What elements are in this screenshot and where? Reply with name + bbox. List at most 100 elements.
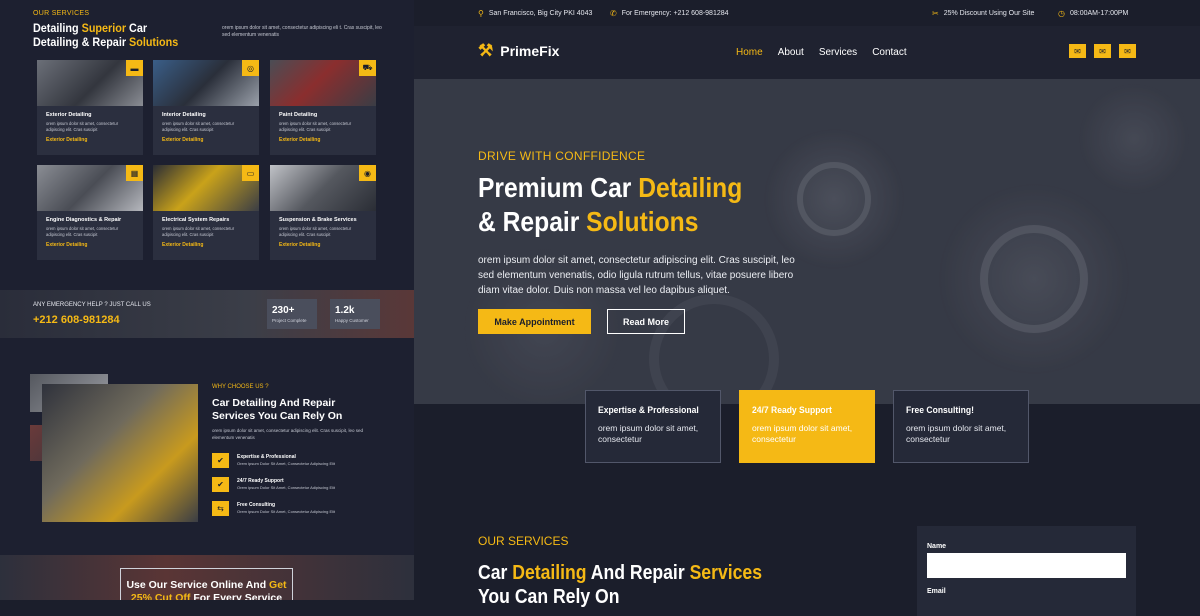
service-card-title: Suspension & Brake Services: [279, 217, 357, 223]
name-input[interactable]: [927, 553, 1126, 578]
stat-number: 230+: [272, 305, 295, 316]
mail-icon[interactable]: ✉: [1119, 44, 1136, 58]
paint-roller-icon: ▬: [126, 60, 143, 76]
why-eyebrow: WHY CHOOSE US ?: [212, 384, 269, 390]
wrench-logo-icon: ⚒: [478, 41, 494, 60]
email-label: Email: [927, 588, 946, 595]
service-card-title: Electrical System Repairs: [162, 217, 230, 223]
phone-icon: ✆: [610, 9, 617, 18]
service-card[interactable]: ▦ Engine Diagnostics & Repair orem ipsum…: [37, 165, 143, 260]
stat-box: 230+ Project Complete: [267, 299, 317, 329]
online-promo-text: Use Our Service Online And Get 25% Cut O…: [126, 579, 287, 600]
our-services-eyebrow: OUR SERVICES: [478, 534, 569, 548]
feature-title: Expertise & Professional: [598, 405, 699, 416]
service-card[interactable]: ◉ Suspension & Brake Services orem ipsum…: [270, 165, 376, 260]
nav-item-about[interactable]: About: [778, 47, 804, 58]
nav-item-contact[interactable]: Contact: [872, 47, 906, 58]
online-promo-banner: Use Our Service Online And Get 25% Cut O…: [0, 555, 414, 600]
why-feature-desc: Orem ipsum Dolor Sit Amet, Consectetur A…: [237, 485, 336, 490]
check-icon: ✔: [212, 453, 229, 468]
service-card-desc: orem ipsum dolor sit amet, consectetur a…: [46, 226, 119, 237]
emergency-label: ANY EMERGENCY HELP ? JUST CALL US: [33, 302, 151, 308]
read-more-button[interactable]: Read More: [607, 309, 685, 334]
online-promo-box: Use Our Service Online And Get 25% Cut O…: [120, 568, 293, 600]
why-description: orem ipsum dolor sit amet, consectetur a…: [212, 428, 364, 440]
topbar-hours: ◷ 08:00AM-17:00PM: [1058, 9, 1129, 18]
feature-box: Free Consulting! orem ipsum dolor sit am…: [893, 390, 1029, 463]
emergency-phone[interactable]: +212 608-981284: [33, 314, 120, 326]
why-feature: ✔ 24/7 Ready Support Orem ipsum Dolor Si…: [212, 477, 372, 494]
services-description: orem ipsum dolor sit amet, consectetur a…: [222, 25, 382, 38]
feature-box-highlighted: 24/7 Ready Support orem ipsum dolor sit …: [739, 390, 875, 463]
why-feature-title: Free Consulting: [237, 502, 276, 508]
our-services-title: Car Detailing And Repair Services You Ca…: [478, 562, 762, 608]
services-title: Detailing Superior Car Detailing & Repai…: [33, 21, 179, 49]
left-preview-panel: OUR SERVICES Detailing Superior Car Deta…: [0, 0, 414, 600]
hero-title: Premium Car Detailing & Repair Solutions: [478, 172, 743, 237]
service-card-link[interactable]: Exterior Detailing: [162, 137, 259, 143]
service-card-desc: orem ipsum dolor sit amet, consectetur a…: [279, 121, 352, 132]
consulting-icon: ⇆: [212, 501, 229, 516]
hero-section: DRIVE WITH CONFFIDENCE Premium Car Detai…: [414, 79, 1200, 404]
why-feature: ✔ Expertise & Professional Orem ipsum Do…: [212, 453, 372, 470]
nav-item-services[interactable]: Services: [819, 47, 857, 58]
service-card-title: Exterior Detailing: [46, 112, 92, 118]
feature-box: Expertise & Professional orem ipsum dolo…: [585, 390, 721, 463]
service-card-link[interactable]: Exterior Detailing: [46, 137, 143, 143]
service-card-link[interactable]: Exterior Detailing: [279, 242, 376, 248]
topbar-address: ⚲ San Francisco, Big City PKI 4043: [478, 9, 593, 18]
why-feature-title: Expertise & Professional: [237, 454, 296, 460]
topbar-discount: ✂ 25% Discount Using Our Site: [932, 9, 1035, 18]
feature-title: 24/7 Ready Support: [752, 405, 832, 416]
feature-desc: orem ipsum dolor sit amet, consectetur: [598, 423, 699, 444]
car-icon: ⛟: [359, 60, 376, 76]
services-eyebrow: OUR SERVICES: [33, 10, 90, 17]
check-icon: ✔: [212, 477, 229, 492]
contact-form: Name Email: [917, 526, 1136, 616]
service-card[interactable]: ▬ Exterior Detailing orem ipsum dolor si…: [37, 60, 143, 155]
features-strip: Expertise & Professional orem ipsum dolo…: [414, 390, 1200, 504]
stat-box: 1.2k Happy Customer: [330, 299, 380, 329]
service-card-desc: orem ipsum dolor sit amet, consectetur a…: [46, 121, 119, 132]
why-image-main: [42, 384, 198, 522]
engine-icon: ▦: [126, 165, 143, 181]
service-card-link[interactable]: Exterior Detailing: [162, 242, 259, 248]
service-card-desc: orem ipsum dolor sit amet, consectetur a…: [162, 121, 235, 132]
service-card-title: Interior Detailing: [162, 112, 206, 118]
brake-icon: ◉: [359, 165, 376, 181]
brand-logo[interactable]: ⚒ PrimeFix: [478, 41, 559, 61]
service-card-desc: orem ipsum dolor sit amet, consectetur a…: [279, 226, 352, 237]
mail-icon[interactable]: ✉: [1069, 44, 1086, 58]
name-label: Name: [927, 543, 947, 550]
scissors-icon: ✂: [932, 9, 939, 18]
why-feature: ⇆ Free Consulting Orem ipsum Dolor Sit A…: [212, 501, 372, 518]
why-feature-desc: Orem ipsum Dolor Sit Amet, Consectetur A…: [237, 509, 336, 514]
feature-desc: orem ipsum dolor sit amet, consectetur: [906, 423, 1007, 444]
battery-icon: ▭: [242, 165, 259, 181]
location-pin-icon: ⚲: [478, 9, 484, 18]
main-navbar: ⚒ PrimeFix Home About Services Contact ✉…: [414, 26, 1200, 79]
service-card[interactable]: ▭ Electrical System Repairs orem ipsum d…: [153, 165, 259, 260]
service-card-link[interactable]: Exterior Detailing: [279, 137, 376, 143]
why-title: Car Detailing And Repair Services You Ca…: [212, 397, 343, 422]
nav-item-home[interactable]: Home: [736, 47, 763, 58]
nav-menu: Home About Services Contact: [736, 47, 922, 58]
service-card[interactable]: ⛟ Paint Detailing orem ipsum dolor sit a…: [270, 60, 376, 155]
topbar-emergency[interactable]: ✆ For Emergency: +212 608-981284: [610, 9, 729, 18]
feature-title: Free Consulting!: [906, 405, 974, 416]
steering-wheel-icon: ◎: [242, 60, 259, 76]
service-card-title: Engine Diagnostics & Repair: [46, 217, 122, 223]
stat-number: 1.2k: [335, 305, 355, 316]
engine-background: [414, 79, 1200, 404]
stat-label: Project Complete: [272, 318, 307, 323]
make-appointment-button[interactable]: Make Appointment: [478, 309, 591, 334]
mail-icon[interactable]: ✉: [1094, 44, 1111, 58]
service-card-title: Paint Detailing: [279, 112, 318, 118]
why-feature-desc: Orem ipsum Dolor Sit Amet, Consectetur A…: [237, 461, 336, 466]
service-card-link[interactable]: Exterior Detailing: [46, 242, 143, 248]
service-card[interactable]: ◎ Interior Detailing orem ipsum dolor si…: [153, 60, 259, 155]
brand-name: PrimeFix: [500, 43, 560, 59]
hero-eyebrow: DRIVE WITH CONFFIDENCE: [478, 149, 646, 163]
top-info-bar: ⚲ San Francisco, Big City PKI 4043 ✆ For E…: [414, 0, 1200, 26]
clock-icon: ◷: [1058, 9, 1065, 18]
